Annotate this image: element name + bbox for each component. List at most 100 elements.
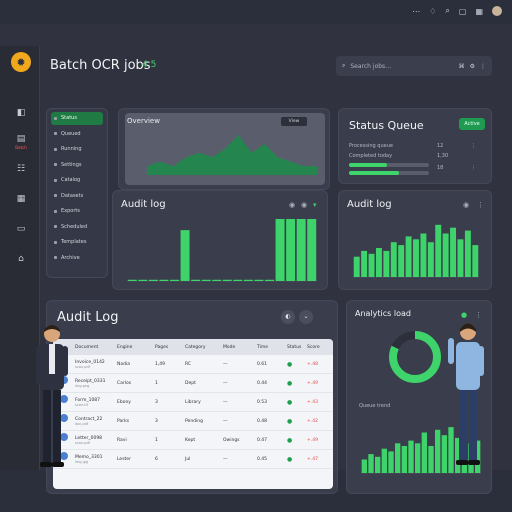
column-header[interactable]: Engine xyxy=(117,345,155,350)
cell-score: +.42 xyxy=(307,418,318,424)
sidebar-item[interactable]: Templates xyxy=(51,236,103,249)
table-row[interactable]: Memo_3301 img.jpg Lester 6 Jul — 0.45 ● +… xyxy=(53,450,333,469)
refresh-icon[interactable]: ◉ xyxy=(463,201,469,209)
sidebar-item[interactable]: Scheduled xyxy=(51,221,103,234)
sidebar-item[interactable]: Settings xyxy=(51,159,103,172)
audit-right-bar xyxy=(413,239,419,277)
search-bar[interactable]: ⌕ Search jobs… ⌘ ⚙ ⋮ xyxy=(336,56,492,76)
avatar[interactable] xyxy=(492,6,502,16)
audit-right-bar-chart xyxy=(353,224,479,278)
rail-item-3[interactable]: ▦ xyxy=(10,194,32,205)
analytics-bar xyxy=(368,454,374,473)
status-active-badge[interactable]: Active xyxy=(459,118,485,130)
rail-item-1[interactable]: ▤ Batch xyxy=(10,134,32,150)
analytics-bar xyxy=(395,443,401,473)
status-title: Status Queue xyxy=(349,119,424,132)
column-header[interactable]: Time xyxy=(257,345,287,350)
sidebar-item[interactable]: Datasets xyxy=(51,190,103,203)
column-header[interactable]: Category xyxy=(185,345,223,350)
rail-item-4[interactable]: ▭ xyxy=(10,224,32,235)
audit-right-bar xyxy=(450,227,457,277)
count-badge: 4 5 xyxy=(142,60,157,70)
settings-icon[interactable]: ◉ xyxy=(301,201,307,209)
sidebar-item[interactable]: Catalog xyxy=(51,174,103,187)
search-icon[interactable]: ⌕ xyxy=(445,6,449,16)
cell-pages: 1,49 xyxy=(155,361,166,367)
dots-icon[interactable]: ⋯ xyxy=(412,7,420,16)
column-header[interactable]: Score xyxy=(307,345,333,350)
filter-icon[interactable]: ▾ xyxy=(313,201,317,209)
audit-right-bar xyxy=(390,242,397,277)
rail-icon: ▤ xyxy=(16,134,26,144)
gear-logo-icon[interactable]: ✹ xyxy=(11,52,31,72)
sidebar-item[interactable]: Queued xyxy=(51,128,103,141)
bell-icon[interactable]: ♢ xyxy=(429,7,436,16)
audit-bar xyxy=(148,279,158,281)
table-row[interactable]: Letter_0098 scan.pdf Ravi 1 Kept Owings 0… xyxy=(53,431,333,450)
rail-icon: ◧ xyxy=(16,108,26,118)
analytics-donut-chart xyxy=(389,331,441,383)
table-row[interactable]: Form_1087 scan.tif Ebony 3 Library — 0.53… xyxy=(53,393,333,412)
info-icon[interactable]: ◐ xyxy=(281,310,295,324)
cell-engine: Nadia xyxy=(117,361,130,367)
status-progress-bar xyxy=(349,163,429,167)
status-row-label: Processing queue xyxy=(349,143,393,149)
rail-item-2[interactable]: ☷ xyxy=(10,164,32,175)
sidebar-item[interactable]: Exports xyxy=(51,205,103,218)
grid-icon[interactable]: ▦ xyxy=(475,7,483,16)
status-progress-fill xyxy=(349,163,388,167)
search-input[interactable]: Search jobs… xyxy=(350,63,453,70)
cell-time: 0.53 xyxy=(257,399,268,405)
audit-right-bar xyxy=(435,224,442,277)
table-row[interactable]: Invoice_0142 scan.pdf Nadia 1,49 RC — 0.6… xyxy=(53,355,333,374)
sidebar-item[interactable]: Archive xyxy=(51,252,103,265)
sidebar-item-label: Status xyxy=(61,115,77,122)
sidebar-item[interactable]: Running xyxy=(51,143,103,156)
cell-time: 0.48 xyxy=(257,418,268,424)
rail-item-5[interactable]: ⌂ xyxy=(10,254,32,265)
rail-icon: ▭ xyxy=(16,224,26,234)
analytics-bar xyxy=(388,451,394,473)
audit-right-bar xyxy=(368,253,375,277)
sidebar-item[interactable]: Status xyxy=(51,112,103,125)
menu-icon[interactable]: ⋮ xyxy=(475,311,482,319)
status-progress-bar xyxy=(349,171,429,175)
sidebar-item-label: Running xyxy=(61,146,82,153)
item-icon xyxy=(54,116,57,120)
settings-icon[interactable]: ⚙ xyxy=(470,63,475,70)
window-icon[interactable]: ▢ xyxy=(459,7,467,16)
sidebar-item-label: Catalog xyxy=(61,177,81,184)
cell-category: Kept xyxy=(185,437,196,443)
cell-time: 0.47 xyxy=(257,437,268,443)
item-icon xyxy=(54,178,57,182)
cell-mode: — xyxy=(223,456,228,462)
status-row-value: 1,30 xyxy=(437,153,449,159)
audit-right-bar xyxy=(457,239,464,277)
table-row[interactable]: Receipt_0331 img.png Carlos 1 Dept — 0.44… xyxy=(53,374,333,393)
status-row-icon[interactable]: ⋮ xyxy=(471,165,476,171)
status-dot-icon: ● xyxy=(287,398,293,406)
status-panel: Status Queue Active Processing queue 12 … xyxy=(338,108,492,184)
status-dot-icon: ● xyxy=(287,436,293,444)
column-header[interactable]: Mode xyxy=(223,345,257,350)
top-bar: ⋯ ♢ ⌕ ▢ ▦ xyxy=(0,0,512,22)
menu-icon[interactable]: ⋮ xyxy=(480,63,486,70)
sidebar-item-label: Exports xyxy=(61,208,80,215)
table-row[interactable]: Contract_22 doc.pdf Parks 3 Pending — 0.4… xyxy=(53,412,333,431)
menu-icon[interactable]: ⋮ xyxy=(477,201,484,209)
audit-bar xyxy=(222,279,232,281)
status-row-icon[interactable]: ⋮ xyxy=(471,143,476,149)
overview-view-button[interactable]: View xyxy=(281,117,307,126)
column-header[interactable]: Status xyxy=(287,345,307,350)
analytics-legend: Queue trend xyxy=(359,403,391,409)
analytics-bar xyxy=(361,459,367,473)
audit-bar xyxy=(243,279,253,281)
refresh-icon[interactable]: ◉ xyxy=(289,201,295,209)
audit-bar xyxy=(296,219,306,281)
chevron-down-icon[interactable]: ⌄ xyxy=(299,310,313,324)
rail-item-0[interactable]: ◧ xyxy=(10,108,32,119)
audit-right-bar xyxy=(464,230,471,277)
person-illustration-right xyxy=(448,323,484,465)
column-header[interactable]: Pages xyxy=(155,345,185,350)
cell-category: Dept xyxy=(185,380,196,386)
